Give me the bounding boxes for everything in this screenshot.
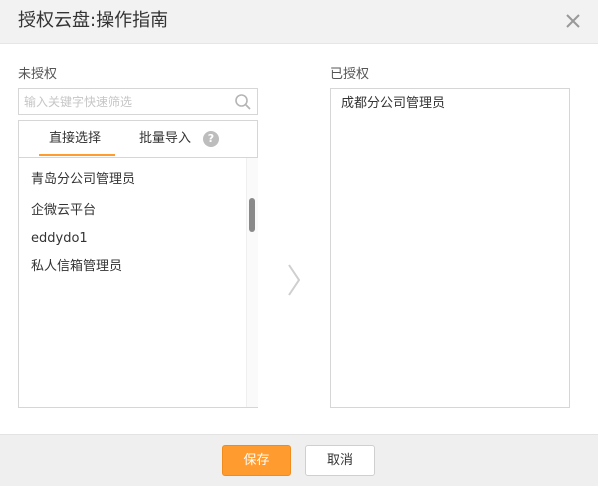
list-item[interactable]: 企微云平台 [31, 202, 96, 220]
list-item[interactable]: 私人信箱管理员 [31, 258, 122, 276]
authorized-label: 已授权 [330, 67, 370, 82]
cancel-button[interactable]: 取消 [305, 445, 375, 476]
unauthorized-list: 青岛分公司管理员 企微云平台 eddydo1 私人信箱管理员 [19, 158, 245, 407]
tab-active-indicator [39, 154, 115, 156]
close-icon[interactable] [562, 10, 584, 32]
tab-direct-select[interactable]: 直接选择 [49, 130, 101, 148]
scrollbar-track[interactable] [246, 158, 258, 407]
chevron-right-icon[interactable] [286, 262, 302, 298]
list-item[interactable]: eddydo1 [31, 230, 88, 248]
tab-bar: 直接选择 批量导入 ? [19, 121, 257, 158]
unauthorized-label: 未授权 [18, 67, 58, 82]
dialog-header: 授权云盘:操作指南 [0, 0, 598, 44]
dialog-title: 授权云盘:操作指南 [18, 10, 169, 31]
list-item[interactable]: 青岛分公司管理员 [31, 171, 135, 189]
search-box [18, 88, 258, 115]
tab-batch-import[interactable]: 批量导入 [139, 130, 191, 148]
scrollbar-thumb[interactable] [249, 198, 255, 232]
search-input[interactable] [19, 89, 234, 114]
dialog-footer: 保存 取消 [0, 434, 598, 486]
search-icon[interactable] [234, 93, 252, 111]
save-button[interactable]: 保存 [222, 445, 291, 476]
list-item[interactable]: 成都分公司管理员 [341, 95, 445, 113]
authorized-panel: 成都分公司管理员 [330, 88, 570, 408]
unauthorized-panel: 直接选择 批量导入 ? 青岛分公司管理员 企微云平台 eddydo1 私人信箱管… [18, 120, 258, 408]
help-icon[interactable]: ? [203, 131, 219, 147]
